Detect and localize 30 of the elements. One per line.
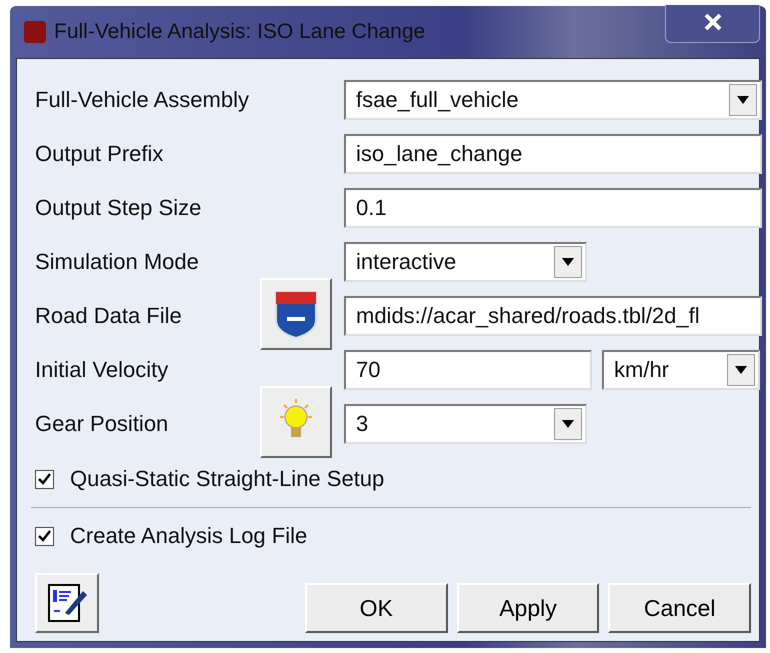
app-logo-icon [24,21,46,43]
input-field[interactable]: mdids://acar_shared/roads.tbl/2d_fl [344,296,762,336]
field-label: Simulation Mode [35,249,200,275]
field-label: Initial Velocity [35,357,170,383]
checkbox[interactable] [35,526,54,546]
road-file-button[interactable] [260,278,332,350]
dropdown[interactable]: 3 [344,404,587,444]
field-label: Output Step Size [35,195,202,221]
close-icon [704,12,722,30]
field-label: Full-Vehicle Assembly [35,87,250,113]
input-field[interactable]: 0.1 [344,188,762,228]
field-label: Output Prefix [35,141,164,167]
checkbox[interactable] [35,470,54,488]
field-label: Gear Position [35,411,170,437]
close-button[interactable] [665,5,760,43]
dialog-button[interactable]: Cancel [608,583,752,633]
highway-shield-icon [273,289,319,339]
window-title: Full-Vehicle Analysis: ISO Lane Change [54,20,426,44]
input-field[interactable]: iso_lane_change [344,134,762,174]
dropdown[interactable]: fsae_full_vehicle [344,80,762,120]
dialog-button[interactable]: OK [304,583,448,633]
log-editor-button[interactable] [35,573,99,633]
dropdown[interactable]: interactive [344,242,587,282]
checkbox-label: Create Analysis Log File [70,523,308,549]
checkbox-label: Quasi-Static Straight-Line Setup [70,466,384,492]
dropdown[interactable]: km/hr [602,350,760,390]
field-label: Road Data File [35,303,183,329]
input-field[interactable]: 70 [344,350,592,390]
dialog-button[interactable]: Apply [456,583,600,633]
hint-button[interactable] [260,386,332,458]
